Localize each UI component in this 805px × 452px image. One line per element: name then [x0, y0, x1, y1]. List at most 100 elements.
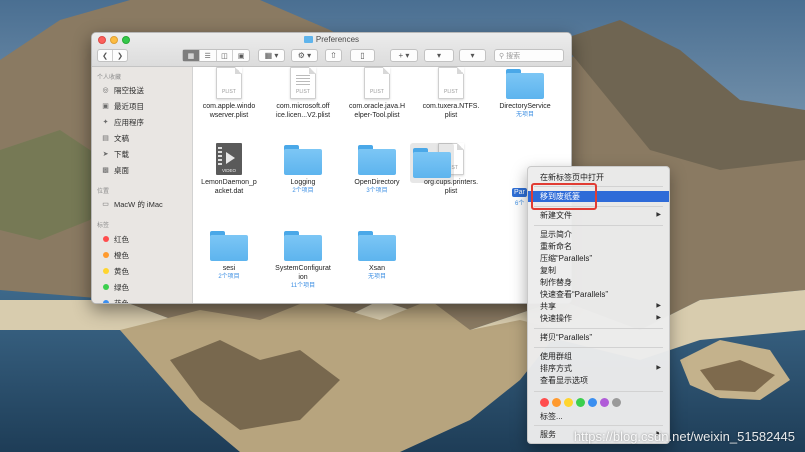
list-view-icon[interactable]: ☰ [200, 50, 217, 61]
menu-item-sort-by[interactable]: 排序方式 ▶ [528, 363, 669, 374]
file-item[interactable]: VIDEO LemonDaemon_p acket.dat [194, 143, 264, 196]
tag-button[interactable]: ▯ [350, 49, 375, 62]
menu-item-label: 复制 [540, 266, 556, 275]
file-name: com.oracle.java.H elper-Tool.plist [348, 103, 406, 119]
menu-item-label: 压缩“Parallels” [540, 254, 593, 263]
file-item[interactable]: PLIST com.tuxera.NTFS. plist [416, 67, 486, 120]
forward-arrow-icon[interactable]: ❯ [113, 50, 127, 61]
plist-file-icon: PLIST [290, 67, 316, 99]
sidebar-item-applications[interactable]: ✦ 应用程序 [101, 116, 144, 128]
sidebar-tag-green[interactable]: 绿色 [101, 281, 129, 293]
menu-tag-colors[interactable] [540, 398, 621, 407]
menu-item-duplicate[interactable]: 复制 [528, 265, 669, 276]
menu-item-make-alias[interactable]: 制作替身 [528, 277, 669, 288]
sidebar-section-locations: 位置 [97, 189, 110, 195]
folder-item[interactable]: Logging 2个项目 [268, 145, 338, 195]
menu-item-label: 使用群组 [540, 352, 572, 361]
folder-name: Xsan [369, 265, 385, 272]
search-input[interactable]: ⚲ 搜索 [494, 49, 564, 62]
menu-item-get-info[interactable]: 显示简介 [528, 229, 669, 240]
file-type-label: PLIST [222, 89, 236, 95]
folder-item[interactable]: Xsan 无项目 [342, 231, 412, 281]
folder-item[interactable]: OpenDirectory 3个项目 [342, 145, 412, 195]
folder-item[interactable]: DirectoryService 无项目 [490, 69, 560, 119]
tag-red-icon[interactable] [540, 398, 549, 407]
tag-yellow-icon[interactable] [564, 398, 573, 407]
sidebar-item-label: MacW 的 iMac [114, 199, 163, 209]
sidebar-item-airdrop[interactable]: ◎ 隔空投送 [101, 84, 144, 96]
sidebar-item-label: 红色 [114, 234, 129, 244]
tag-green-icon[interactable] [576, 398, 585, 407]
sidebar-item-desktop[interactable]: ▩ 桌面 [101, 164, 129, 176]
title-bar[interactable]: Preferences ❮ ❯ ▦ ☰ ◫ ▣ ▦ ▾ ⚙ ▾ ⇧ ▯ + ▾ … [92, 33, 571, 67]
tag-purple-icon[interactable] [600, 398, 609, 407]
submenu-arrow-icon: ▶ [656, 303, 661, 309]
csdn-watermark: https://blog.csdn.net/weixin_51582445 [573, 429, 795, 444]
search-icon: ⚲ [499, 52, 507, 60]
sidebar-section-tags: 标签 [97, 223, 110, 229]
menu-item-copy[interactable]: 拷贝“Parallels” [528, 332, 669, 343]
dropdown-button[interactable]: ▾ [424, 49, 454, 62]
sidebar-tag-yellow[interactable]: 黄色 [101, 265, 129, 277]
share-button[interactable]: ⇧ [325, 49, 342, 62]
plist-file-icon: PLIST [216, 67, 242, 99]
tag-gray-icon[interactable] [612, 398, 621, 407]
menu-item-quick-actions[interactable]: 快速操作 ▶ [528, 313, 669, 324]
menu-item-quick-look[interactable]: 快速查看“Parallels” [528, 289, 669, 300]
sidebar-item-recents[interactable]: ▣ 最近项目 [101, 100, 144, 112]
folder-name: SystemConfigurat ion [275, 265, 331, 281]
back-forward-control[interactable]: ❮ ❯ [97, 49, 128, 62]
menu-item-show-view-options[interactable]: 查看显示选项 [528, 375, 669, 386]
plist-file-icon: PLIST [364, 67, 390, 99]
desktop-icon: ▩ [102, 167, 109, 174]
menu-item-new-file[interactable]: 新建文件 ▶ [528, 210, 669, 221]
back-arrow-icon[interactable]: ❮ [98, 50, 113, 61]
menu-separator [534, 391, 663, 392]
plus-icon: + ▾ [398, 51, 410, 60]
sidebar-item-downloads[interactable]: ➤ 下载 [101, 148, 129, 160]
menu-item-tags[interactable]: 标签... [528, 411, 669, 422]
file-type-label: PLIST [370, 89, 384, 95]
sidebar-item-label: 隔空投送 [114, 85, 144, 95]
selected-folder-name: Par [512, 188, 527, 197]
sidebar-tag-orange[interactable]: 橙色 [101, 249, 129, 261]
file-grid[interactable]: PLIST com.apple.windo wserver.plist PLIS… [194, 67, 571, 303]
sidebar-item-imac[interactable]: ▭ MacW 的 iMac [101, 198, 163, 210]
folder-item[interactable]: SystemConfigurat ion 11个项目 [268, 231, 338, 290]
view-mode-control[interactable]: ▦ ☰ ◫ ▣ [182, 49, 250, 62]
tag-icon: ▯ [360, 51, 365, 60]
tag-orange-icon[interactable] [552, 398, 561, 407]
column-view-icon[interactable]: ◫ [217, 50, 234, 61]
finder-window[interactable]: Preferences ❮ ❯ ▦ ☰ ◫ ▣ ▦ ▾ ⚙ ▾ ⇧ ▯ + ▾ … [91, 32, 572, 304]
imac-icon: ▭ [102, 201, 109, 208]
file-item[interactable]: PLIST com.microsoft.off ice.licen...V2.p… [268, 67, 338, 120]
group-button[interactable]: ▦ ▾ [258, 49, 285, 62]
sidebar-item-label: 橙色 [114, 250, 129, 260]
action-button[interactable]: ⚙ ▾ [291, 49, 318, 62]
plist-file-icon: PLIST [438, 67, 464, 99]
menu-item-compress[interactable]: 压缩“Parallels” [528, 253, 669, 264]
menu-item-open-new-tab[interactable]: 在新标签页中打开 [528, 172, 669, 183]
sidebar-tag-red[interactable]: 红色 [101, 233, 129, 245]
menu-item-label: 制作替身 [540, 278, 572, 287]
menu-item-share[interactable]: 共享 ▶ [528, 301, 669, 312]
selected-folder-highlight[interactable] [410, 143, 454, 183]
tag-blue-icon[interactable] [588, 398, 597, 407]
gallery-view-icon[interactable]: ▣ [233, 50, 249, 61]
file-type-label: VIDEO [221, 168, 236, 173]
file-item[interactable]: PLIST com.oracle.java.H elper-Tool.plist [342, 67, 412, 120]
icon-view-icon[interactable]: ▦ [183, 50, 200, 61]
sidebar-item-label: 绿色 [114, 282, 129, 292]
sidebar-item-documents[interactable]: ▤ 文稿 [101, 132, 129, 144]
menu-item-rename[interactable]: 重新命名 [528, 241, 669, 252]
menu-item-use-groups[interactable]: 使用群组 [528, 351, 669, 362]
dropdown-button-2[interactable]: ▾ [459, 49, 486, 62]
sidebar-tag-blue[interactable]: 蓝色 [101, 297, 129, 303]
file-item[interactable]: PLIST com.apple.windo wserver.plist [194, 67, 264, 120]
new-item-button[interactable]: + ▾ [390, 49, 418, 62]
window-title: Preferences [92, 35, 571, 44]
menu-item-label: 服务 [540, 430, 556, 439]
folder-item[interactable]: sesi 2个项目 [194, 231, 264, 281]
selected-folder-count: 6个 [515, 201, 525, 207]
airdrop-icon: ◎ [102, 87, 109, 94]
